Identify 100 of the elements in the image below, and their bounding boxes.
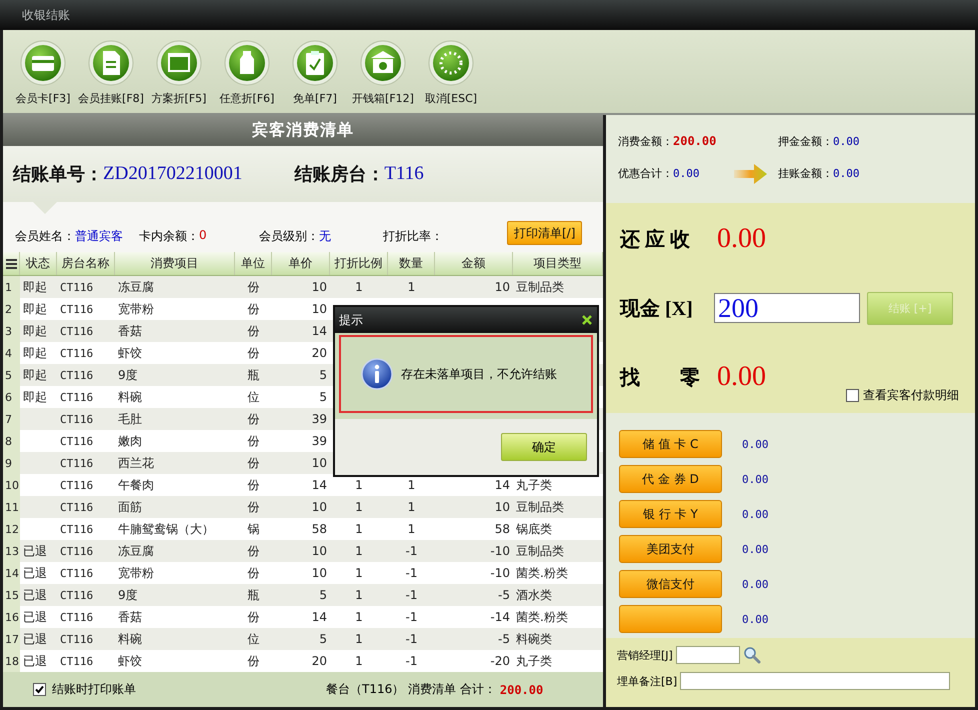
- table-cell-text: 58: [494, 521, 511, 538]
- cash-field[interactable]: 200: [714, 293, 860, 323]
- bill-room: T116: [384, 163, 424, 185]
- row-number: 14: [3, 562, 20, 584]
- table-cell-text: 9度: [117, 586, 139, 604]
- row-number: 3: [3, 320, 20, 342]
- manager-field[interactable]: [676, 646, 740, 664]
- table-cell-text: 10: [310, 455, 328, 472]
- table-cell-text: CT116: [59, 346, 94, 362]
- row-number: 13: [3, 540, 20, 562]
- window-icon: [156, 40, 202, 86]
- toolbar-button[interactable]: 方案折[F5]: [145, 40, 213, 106]
- column-header[interactable]: 房台名称: [57, 252, 115, 275]
- toolbar-button[interactable]: 任意折[F6]: [213, 40, 281, 106]
- row-number: 7: [3, 408, 20, 430]
- table-cell-text: 菌类.粉类: [515, 564, 569, 582]
- table-cell-text: 14: [310, 323, 328, 340]
- table-cell-text: 5: [318, 367, 328, 384]
- table-cell-text: 即起: [22, 388, 48, 406]
- field-value: 0: [199, 228, 207, 244]
- table-cell-text: 58: [310, 521, 328, 538]
- table-cell-text: -1: [404, 609, 418, 626]
- table-cell-text: 20: [310, 345, 328, 362]
- remark-field[interactable]: [680, 672, 950, 690]
- close-button[interactable]: [582, 315, 592, 325]
- column-header[interactable]: 金额: [435, 252, 513, 275]
- payment-amount: 0.00: [742, 578, 768, 590]
- arrow-icon: [734, 162, 768, 184]
- table-cell-text: 已退: [22, 630, 48, 648]
- field-label: 会员级别：: [259, 228, 319, 245]
- table-cell-text: CT116: [59, 412, 94, 428]
- table-cell-text: CT116: [59, 302, 94, 318]
- payment-amount: 0.00: [742, 472, 768, 486]
- table-cell-text: 香菇: [117, 322, 143, 340]
- table-cell-text: 1: [354, 279, 364, 296]
- table-cell-text: CT116: [59, 544, 94, 560]
- table-cell-text: 10: [310, 565, 328, 582]
- table-cell-text: 份: [246, 278, 260, 296]
- bill-room-label: 结账房台：: [294, 163, 384, 186]
- table-cell-text: 牛腩鸳鸯锅（大）: [117, 520, 215, 538]
- row-number: 10: [3, 474, 20, 496]
- dialog-title: 提示: [339, 312, 363, 328]
- checkbox[interactable]: [33, 683, 46, 696]
- table-cell-text: 料碗: [117, 630, 143, 648]
- field-label: 埋单备注[B]: [617, 674, 678, 688]
- table-cell-text: 豆制品类: [515, 498, 565, 516]
- table-cell-text: 1: [406, 499, 416, 516]
- summary-value: 0.00: [673, 167, 700, 180]
- table-cell-text: 5: [318, 587, 328, 604]
- table-cell-text: 已退: [22, 542, 48, 560]
- table-cell-text: 5: [318, 389, 328, 406]
- table-cell-text: 1: [354, 565, 364, 582]
- column-header[interactable]: 状态: [20, 252, 57, 275]
- column-header[interactable]: 单价: [272, 252, 330, 275]
- change-value: 0.00: [717, 361, 766, 393]
- table-cell-text: 即起: [22, 300, 48, 318]
- row-number: 4: [3, 342, 20, 364]
- column-header[interactable]: 消费项目: [115, 252, 235, 275]
- payment-method-button[interactable]: 储 值 卡 C: [619, 430, 722, 458]
- column-header[interactable]: 项目类型: [513, 252, 603, 275]
- payment-method-button[interactable]: 美团支付: [619, 535, 722, 563]
- table-cell-text: 即起: [22, 322, 48, 340]
- toolbar-button[interactable]: 开钱箱[F12]: [349, 40, 417, 106]
- payment-method-button[interactable]: 代 金 券 D: [619, 465, 722, 493]
- table-cell-text: 1: [354, 587, 364, 604]
- row-number: 6: [3, 386, 20, 408]
- toolbar-button[interactable]: 免单[F7]: [281, 40, 349, 106]
- checkbox[interactable]: [846, 389, 859, 402]
- table-cell-text: CT116: [59, 610, 94, 626]
- column-header[interactable]: 单位: [235, 252, 272, 275]
- table-cell-text: 嫩肉: [117, 432, 143, 450]
- search-icon: [742, 646, 761, 664]
- table-cell-text: 份: [246, 564, 260, 582]
- table-cell-text: 宽带粉: [117, 300, 155, 318]
- column-header[interactable]: 数量: [388, 252, 435, 275]
- print-button[interactable]: 打印清单[/]: [507, 221, 582, 245]
- table-cell-text: 份: [246, 454, 260, 472]
- info-icon: [361, 358, 393, 390]
- table-cell-text: 1: [406, 521, 416, 538]
- toolbar-button[interactable]: 会员挂账[F8]: [77, 40, 145, 106]
- row-number: 11: [3, 496, 20, 518]
- table-cell-text: 香菇: [117, 608, 143, 626]
- table-cell-text: 1: [406, 477, 416, 494]
- toolbar-button[interactable]: 取消[ESC]: [417, 40, 485, 106]
- table-cell-text: -14: [489, 609, 511, 626]
- summary-value: 200.00: [673, 134, 716, 148]
- column-header[interactable]: 打折比例: [330, 252, 388, 275]
- row-number: 1: [3, 276, 20, 298]
- change-label: 找 零: [620, 366, 701, 390]
- table-cell-text: 39: [310, 411, 328, 428]
- toolbar-button[interactable]: 会员卡[F3]: [9, 40, 77, 106]
- table-cell-text: 锅: [246, 520, 260, 538]
- payment-method-button[interactable]: 银 行 卡 Y: [619, 500, 722, 528]
- payment-method-button[interactable]: 微信支付: [619, 570, 722, 598]
- field-value: 普通宾客: [75, 228, 123, 245]
- table-cell-text: 9度: [117, 366, 139, 384]
- row-number: 2: [3, 298, 20, 320]
- table-cell-text: 毛肚: [117, 410, 143, 428]
- ok-button[interactable]: 确定: [501, 433, 587, 461]
- table-cell-text: 宽带粉: [117, 564, 155, 582]
